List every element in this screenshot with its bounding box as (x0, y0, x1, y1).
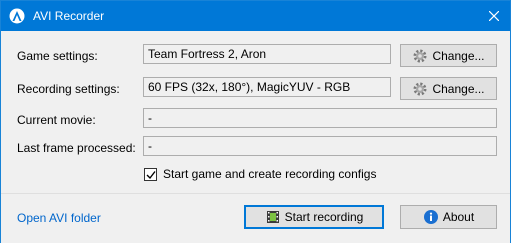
change-recording-settings-button[interactable]: Change... (400, 77, 497, 100)
change-game-settings-label: Change... (432, 48, 485, 63)
close-button[interactable] (478, 1, 510, 31)
checkmark-icon (146, 170, 156, 179)
info-icon (423, 209, 439, 225)
start-game-checkbox-label[interactable]: Start game and create recording configs (163, 167, 376, 181)
game-settings-field: Team Fortress 2, Aron (143, 44, 391, 64)
app-logo-icon (9, 8, 25, 24)
start-recording-label: Start recording (284, 210, 364, 224)
gear-icon (412, 48, 428, 64)
title-bar[interactable]: AVI Recorder (1, 1, 510, 31)
open-avi-folder-link[interactable]: Open AVI folder (17, 211, 101, 225)
about-button[interactable]: About (400, 205, 497, 229)
last-frame-label: Last frame processed: (17, 141, 136, 155)
game-settings-label: Game settings: (17, 49, 98, 63)
start-recording-button[interactable]: Start recording (244, 205, 384, 229)
change-recording-settings-label: Change... (432, 81, 485, 96)
about-label: About (442, 210, 475, 224)
film-strip-icon (265, 209, 281, 225)
close-icon (489, 11, 499, 21)
recording-settings-label: Recording settings: (17, 82, 120, 96)
last-frame-field: - (143, 136, 497, 156)
change-game-settings-button[interactable]: Change... (400, 44, 497, 67)
start-game-checkbox[interactable] (144, 168, 157, 181)
current-movie-label: Current movie: (17, 113, 96, 127)
gear-icon (412, 81, 428, 97)
window-title: AVI Recorder (33, 9, 105, 23)
current-movie-field: - (143, 108, 497, 128)
app-window: AVI Recorder Game settings: Team Fortres… (0, 0, 511, 243)
recording-settings-field: 60 FPS (32x, 180°), MagicYUV - RGB (143, 77, 391, 97)
